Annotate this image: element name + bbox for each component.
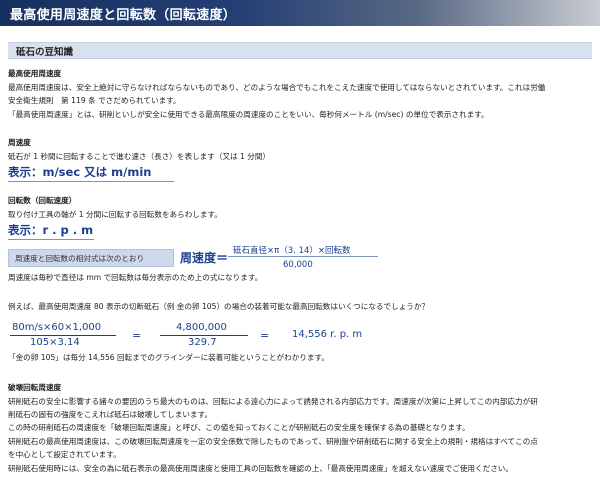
page-title: 最高使用周速度と回転数（回転速度） xyxy=(10,8,237,23)
rpm-heading: 回転数（回転速度） xyxy=(8,196,77,205)
breakage-paragraph-line: 研削砥石の安全に影響する諸々の要因のうち最大のものは、回転による遠心力によって誘… xyxy=(8,397,538,406)
display-underline xyxy=(8,239,94,240)
breakage-paragraph-line: を中心として設定されています。 xyxy=(8,450,121,459)
example-fraction2-numerator: 4,800,000 xyxy=(176,322,227,333)
example-fraction2-denominator: 329.7 xyxy=(188,337,217,348)
breakage-speed-heading: 破壊回転周速度 xyxy=(8,383,62,392)
max-speed-paragraph-line: 最高使用周速度は、安全上絶対に守らなければならないものであり、どのような場合でも… xyxy=(8,83,546,92)
formula-numerator: 砥石直径×π（3. 14）×回転数 xyxy=(233,246,351,256)
breakage-paragraph-line: 研削砥石使用時には、安全の為に砥石表示の最高使用周速度と使用工具の回転数を確認の… xyxy=(8,464,513,473)
equals-sign: = xyxy=(260,329,270,342)
formula-note: 周速度は毎秒で直径は mm で回転数は毎分表示のため上の式になります。 xyxy=(8,273,263,282)
peripheral-speed-display-label: 表示：m/sec 又は m/min xyxy=(8,165,152,179)
rpm-display-label: 表示：r . p . m xyxy=(8,223,94,237)
example-fraction1-denominator: 105×3.14 xyxy=(30,337,80,348)
fraction-bar xyxy=(10,335,116,336)
section-header-bar: 砥石の豆知識 xyxy=(8,42,592,59)
fraction-bar xyxy=(228,256,378,257)
max-speed-paragraph-line: 安全衛生規則 第 119 条 でさだめられています。 xyxy=(8,96,181,105)
formula-denominator: 60,000 xyxy=(283,260,313,270)
display-underline xyxy=(8,181,174,182)
example-result: 14,556 r. p. m xyxy=(292,329,363,340)
section-title: 砥石の豆知識 xyxy=(16,47,74,58)
max-speed-heading: 最高使用周速度 xyxy=(8,69,62,78)
formula-lhs: 周速度＝ xyxy=(180,251,229,265)
max-speed-paragraph-line: 「最高使用周速度」とは、研削といしが安全に使用できる最高限度の周速度のことをいい… xyxy=(8,110,489,119)
breakage-paragraph-line: 研削砥石の最高使用周速度は、この破壊回転周速度を一定の安全係数で除したものであっ… xyxy=(8,437,538,446)
example-question: 例えば、最高使用周速度 80 表示の切断砥石（例 金の卵 105）の場合の装着可… xyxy=(8,302,430,311)
formula-intro-pill: 周速度と回転数の相対式は次のとおり xyxy=(8,249,174,267)
example-fraction1-numerator: 80m/s×60×1,000 xyxy=(12,322,102,333)
breakage-paragraph-line: 削砥石の固有の強度をこえれば砥石は破壊してしまいます。 xyxy=(8,410,213,419)
equals-sign: = xyxy=(132,329,142,342)
fraction-bar xyxy=(160,335,248,336)
rpm-description: 取り付け工具の軸が 1 分間に回転する回転数をあらわします。 xyxy=(8,210,222,219)
page-header: 最高使用周速度と回転数（回転速度） xyxy=(0,0,600,26)
formula-intro-label: 周速度と回転数の相対式は次のとおり xyxy=(15,254,145,263)
example-conclusion: 「金の卵 105」は毎分 14,556 回転までのグラインダーに装着可能というこ… xyxy=(8,353,329,362)
peripheral-speed-description: 砥石が 1 秒間に回転することで進む速さ（長さ）を表します（又は 1 分間） xyxy=(8,152,271,161)
peripheral-speed-heading: 周速度 xyxy=(8,138,31,147)
breakage-paragraph-line: この時の研削砥石の周速度を「破壊回転周速度」と呼び、この値を知っておくことが研削… xyxy=(8,423,470,432)
